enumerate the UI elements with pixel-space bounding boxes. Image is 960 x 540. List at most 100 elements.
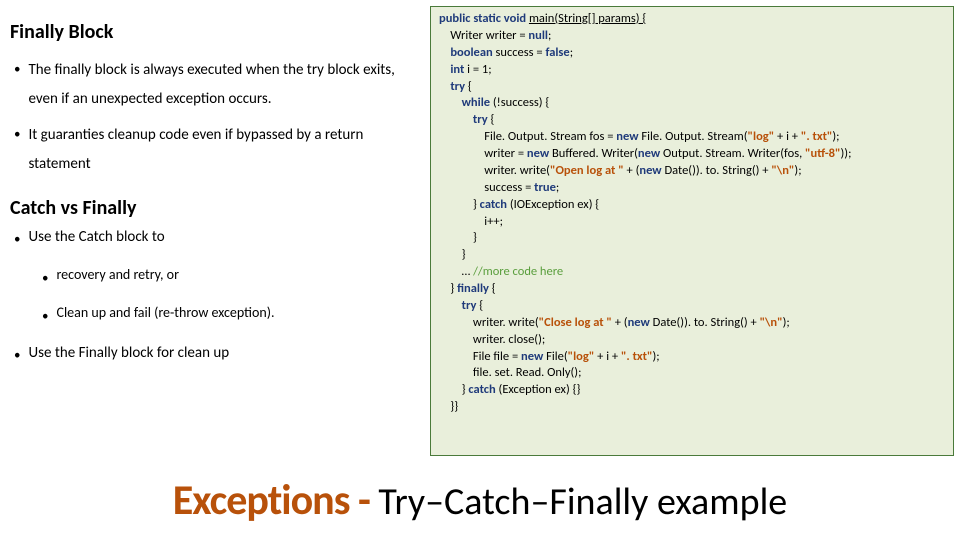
code-str: "Open log at " xyxy=(550,163,627,178)
bullet-icon: • xyxy=(42,303,48,332)
code-text: writer. write( xyxy=(439,163,550,178)
bullet-icon: • xyxy=(42,265,48,294)
list-item: • Clean up and fail (re-throw exception)… xyxy=(38,303,425,332)
code-text: ); xyxy=(783,315,790,330)
code-kw: catch xyxy=(480,197,510,212)
code-kw: while xyxy=(462,95,493,110)
code-kw: new xyxy=(521,349,546,364)
code-kw: new xyxy=(638,146,663,161)
code-kw: catch xyxy=(468,382,498,397)
code-text: ; xyxy=(570,45,573,60)
list-item: • recovery and retry, or xyxy=(38,265,425,294)
bullet-text: Clean up and fail (re-throw exception). xyxy=(56,303,425,323)
code-kw: true xyxy=(534,180,556,195)
code-text: … xyxy=(439,264,473,279)
code-str: "\n" xyxy=(760,315,783,330)
code-kw: boolean xyxy=(450,45,495,60)
code-text: File file = xyxy=(439,349,521,364)
bullet-text: recovery and retry, or xyxy=(56,265,425,285)
code-kw: int xyxy=(450,62,467,77)
code-text: { xyxy=(468,79,472,94)
bullet-text: It guaranties cleanup code even if bypas… xyxy=(28,121,425,178)
code-text: + i + xyxy=(597,349,621,364)
code-text: i = 1; xyxy=(467,62,491,77)
code-text: ); xyxy=(794,163,801,178)
code-text: File. Output. Stream( xyxy=(641,129,747,144)
heading-catch-vs-finally: Catch vs Finally xyxy=(10,196,425,220)
code-text: { xyxy=(492,281,496,296)
code-kw: finally xyxy=(457,281,492,296)
code-text xyxy=(439,62,450,77)
code-text xyxy=(439,79,450,94)
code-text: Output. Stream. Writer(fos, xyxy=(663,146,805,161)
code-text: ; xyxy=(556,180,559,195)
code-kw: try xyxy=(462,298,480,313)
code-text: writer. write( xyxy=(439,315,539,330)
code-text: ; xyxy=(548,28,551,43)
code-text: success = xyxy=(439,180,534,195)
title-suffix: Try–Catch–Finally example xyxy=(378,479,787,525)
code-text: writer. close(); xyxy=(439,332,545,347)
code-str: ". txt" xyxy=(621,349,653,364)
code-text: (IOException ex) { xyxy=(510,197,599,212)
code-text: } xyxy=(439,382,468,397)
code-text: main(String[] params) { xyxy=(529,11,646,26)
code-kw: new xyxy=(628,315,653,330)
code-text xyxy=(439,95,462,110)
code-kw: new xyxy=(527,146,552,161)
code-text: (!success) { xyxy=(493,95,549,110)
code-text: + i + xyxy=(777,129,801,144)
code-text: + ( xyxy=(615,315,628,330)
bullet-text: Use the Finally block for clean up xyxy=(28,342,425,365)
code-str: "Close log at " xyxy=(539,315,615,330)
code-text: { xyxy=(491,112,495,127)
sub-list: • recovery and retry, or • Clean up and … xyxy=(38,265,425,332)
bullet-icon: • xyxy=(14,56,20,85)
code-kw: null xyxy=(528,28,548,43)
code-kw: new xyxy=(639,163,664,178)
code-text: Date()). to. String() + xyxy=(664,163,771,178)
code-text: { xyxy=(479,298,483,313)
code-str: "\n" xyxy=(771,163,794,178)
bullets-catch-vs-finally: • Use the Catch block to • recovery and … xyxy=(10,226,425,370)
code-comment: //more code here xyxy=(473,264,563,279)
list-item: • Use the Finally block for clean up xyxy=(10,342,425,371)
code-str: "log" xyxy=(568,349,598,364)
code-text: file. set. Read. Only(); xyxy=(439,365,581,380)
bullet-icon: • xyxy=(14,226,20,255)
code-text: writer = xyxy=(439,146,527,161)
code-text: Buffered. Writer( xyxy=(552,146,638,161)
code-text: }} xyxy=(439,399,458,414)
code-text: ); xyxy=(653,349,660,364)
slide-title: Exceptions - Try–Catch–Finally example xyxy=(0,475,960,526)
bullet-icon: • xyxy=(14,121,20,150)
code-text: } xyxy=(439,230,477,245)
code-str: "log" xyxy=(748,129,778,144)
left-column: Finally Block • The finally block is alw… xyxy=(10,20,425,388)
code-kw: new xyxy=(616,129,641,144)
code-kw: public static void xyxy=(439,11,529,26)
bullet-icon: • xyxy=(14,342,20,371)
bullet-text: Use the Catch block to xyxy=(28,226,425,249)
code-str: ". txt" xyxy=(801,129,833,144)
code-text: i++; xyxy=(439,214,503,229)
code-str: "utf-8" xyxy=(805,146,840,161)
bullets-finally: • The finally block is always executed w… xyxy=(10,56,425,178)
list-item: • It guaranties cleanup code even if byp… xyxy=(10,121,425,178)
code-text: Writer writer = xyxy=(439,28,528,43)
title-prefix: Exceptions - xyxy=(173,475,379,526)
code-kw: try xyxy=(450,79,468,94)
code-kw: try xyxy=(473,112,491,127)
code-text: + ( xyxy=(627,163,640,178)
bullet-text: The finally block is always executed whe… xyxy=(28,56,425,113)
code-text: ); xyxy=(832,129,839,144)
code-text: File. Output. Stream fos = xyxy=(439,129,616,144)
code-text: } xyxy=(439,281,457,296)
heading-finally-block: Finally Block xyxy=(10,20,425,44)
code-text: Date()). to. String() + xyxy=(653,315,760,330)
code-text: )); xyxy=(841,146,852,161)
code-text: } xyxy=(439,197,480,212)
code-text xyxy=(439,298,462,313)
code-text xyxy=(439,45,450,60)
list-item: • The finally block is always executed w… xyxy=(10,56,425,113)
